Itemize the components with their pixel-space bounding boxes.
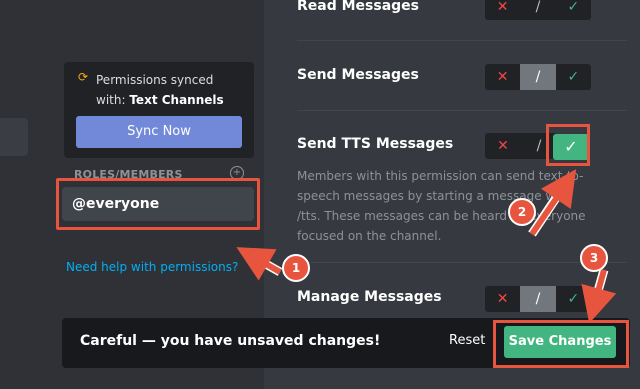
- step-badge-1: 1: [282, 254, 310, 282]
- annotation-arrows: [236, 169, 617, 324]
- step-badge-3: 3: [580, 244, 608, 272]
- step-badge-2: 2: [508, 198, 536, 226]
